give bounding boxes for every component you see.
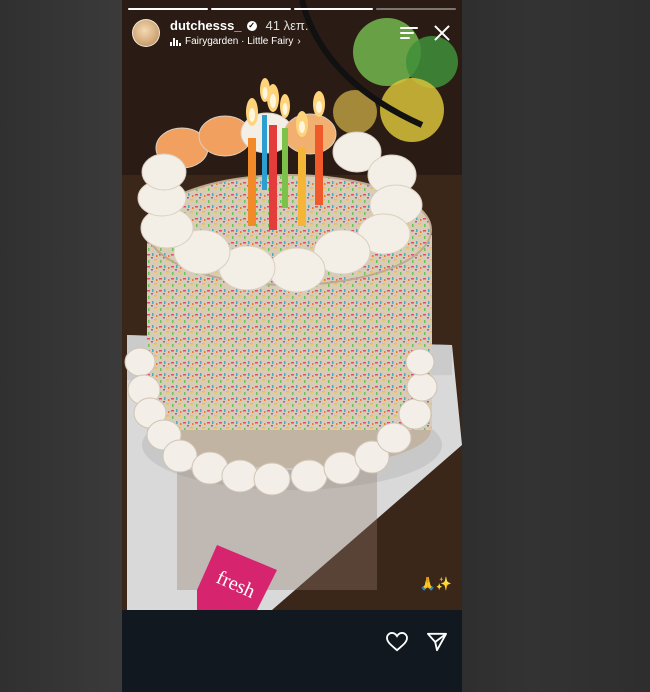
story-progress-bar bbox=[128, 8, 456, 10]
music-row[interactable]: Fairygarden · Little Fairy › bbox=[170, 36, 309, 47]
header-actions bbox=[400, 23, 452, 43]
music-label[interactable]: Fairygarden · Little Fairy bbox=[185, 36, 293, 47]
footer-actions bbox=[386, 632, 448, 652]
story-user-info: dutchesss_ ✓ 41 λεπ. Fairygarden · Littl… bbox=[170, 18, 309, 47]
story-photo[interactable]: fresh dutchesss_ ✓ 41 λεπ. Fairygarden ·… bbox=[122, 0, 462, 610]
menu-icon[interactable] bbox=[400, 26, 418, 39]
story-viewer[interactable]: fresh dutchesss_ ✓ 41 λεπ. Fairygarden ·… bbox=[122, 0, 462, 692]
close-icon[interactable] bbox=[432, 23, 452, 43]
emoji-sticker: 🙏✨ bbox=[419, 576, 452, 591]
verified-badge-icon: ✓ bbox=[246, 20, 257, 31]
cake-photo: fresh bbox=[122, 0, 462, 610]
progress-segment bbox=[293, 8, 374, 10]
progress-segment bbox=[128, 8, 208, 10]
post-time: 41 λεπ. bbox=[265, 18, 309, 33]
avatar[interactable] bbox=[132, 18, 160, 47]
heart-icon[interactable] bbox=[386, 632, 408, 652]
chevron-right-icon: › bbox=[297, 36, 301, 47]
audio-bars-icon bbox=[170, 37, 181, 46]
story-footer bbox=[122, 610, 462, 692]
username[interactable]: dutchesss_ bbox=[170, 18, 242, 33]
send-icon[interactable] bbox=[426, 632, 448, 652]
progress-segment bbox=[210, 8, 291, 10]
progress-segment bbox=[376, 8, 456, 10]
story-header: dutchesss_ ✓ 41 λεπ. Fairygarden · Littl… bbox=[132, 18, 452, 47]
username-row: dutchesss_ ✓ 41 λεπ. bbox=[170, 18, 309, 33]
